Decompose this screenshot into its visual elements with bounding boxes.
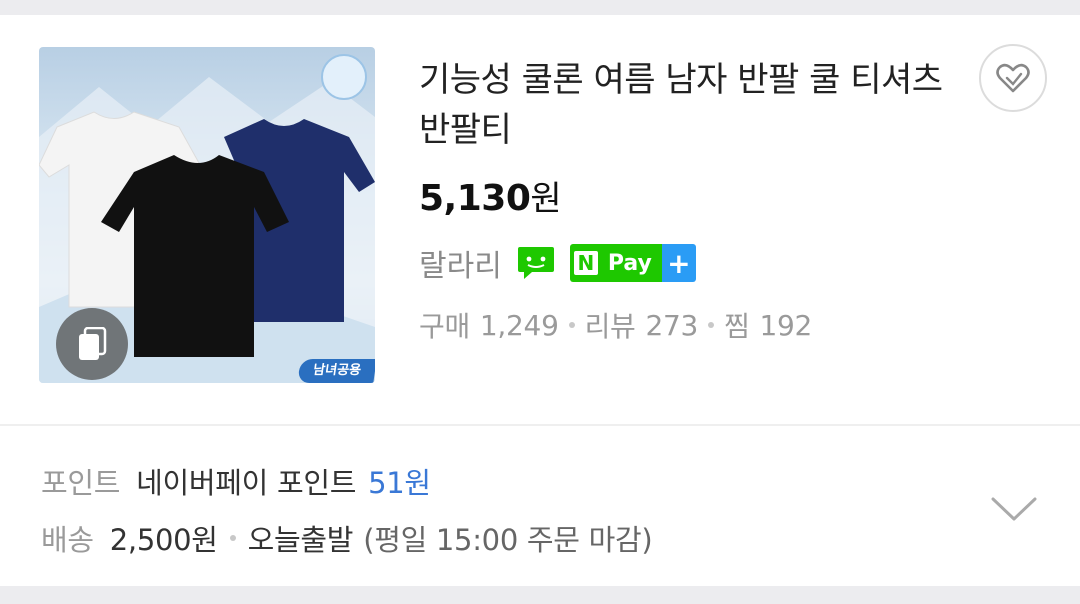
point-label: 포인트 (41, 466, 121, 500)
product-card[interactable]: 남녀공용 기능성 쿨론 여름 남자 반팔 쿨 티셔츠 반팔티 5,130원 랄라… (0, 15, 1080, 586)
price-unit: 원 (530, 179, 562, 219)
separator-dot (708, 322, 715, 328)
npay-label: Pay (601, 244, 662, 282)
chevron-down-icon (991, 497, 1037, 521)
purchase-count: 1,249 (479, 308, 559, 342)
point-description: 네이버페이 포인트 (136, 466, 357, 500)
shipping-note: (평일 15:00 주문 마감) (363, 523, 653, 557)
shipping-fee: 2,500원 (109, 523, 218, 557)
npay-plus-badge: N Pay + (569, 244, 696, 282)
shipping-status: 오늘출발 (247, 523, 354, 557)
unisex-badge: 남녀공용 (297, 359, 375, 383)
expand-details-button[interactable] (984, 489, 1044, 529)
shipping-row: 배송 2,500원 오늘출발 (평일 15:00 주문 마감) (41, 517, 653, 559)
seller-name[interactable]: 랄라리 (419, 241, 502, 285)
separator-dot (568, 322, 575, 328)
product-title[interactable]: 기능성 쿨론 여름 남자 반팔 쿨 티셔츠 반팔티 (419, 55, 959, 155)
purchase-label: 구매 (419, 310, 470, 343)
wish-label: 찜 (724, 310, 750, 343)
point-value: 51원 (368, 466, 431, 500)
multi-image-icon (79, 327, 107, 360)
seller-row: 랄라리 N Pay + (419, 241, 696, 285)
wishlist-button[interactable] (979, 44, 1047, 112)
divider (0, 424, 1080, 426)
multi-image-button[interactable] (56, 308, 128, 380)
separator-dot (229, 535, 236, 541)
wish-count: 192 (759, 308, 813, 342)
shipping-label: 배송 (41, 523, 94, 557)
npay-logo: N (569, 244, 602, 282)
product-price: 5,130원 (419, 171, 562, 220)
review-count: 273 (645, 308, 699, 342)
point-row: 포인트 네이버페이 포인트 51원 (41, 460, 431, 502)
npay-letter: N (573, 251, 598, 275)
talk-icon[interactable] (516, 244, 556, 282)
heart-icon (996, 63, 1030, 93)
npay-plus-icon: + (661, 244, 696, 282)
product-stats: 구매 1,249 리뷰 273 찜 192 (419, 305, 812, 345)
review-label: 리뷰 (584, 310, 636, 343)
price-value: 5,130 (419, 178, 531, 219)
